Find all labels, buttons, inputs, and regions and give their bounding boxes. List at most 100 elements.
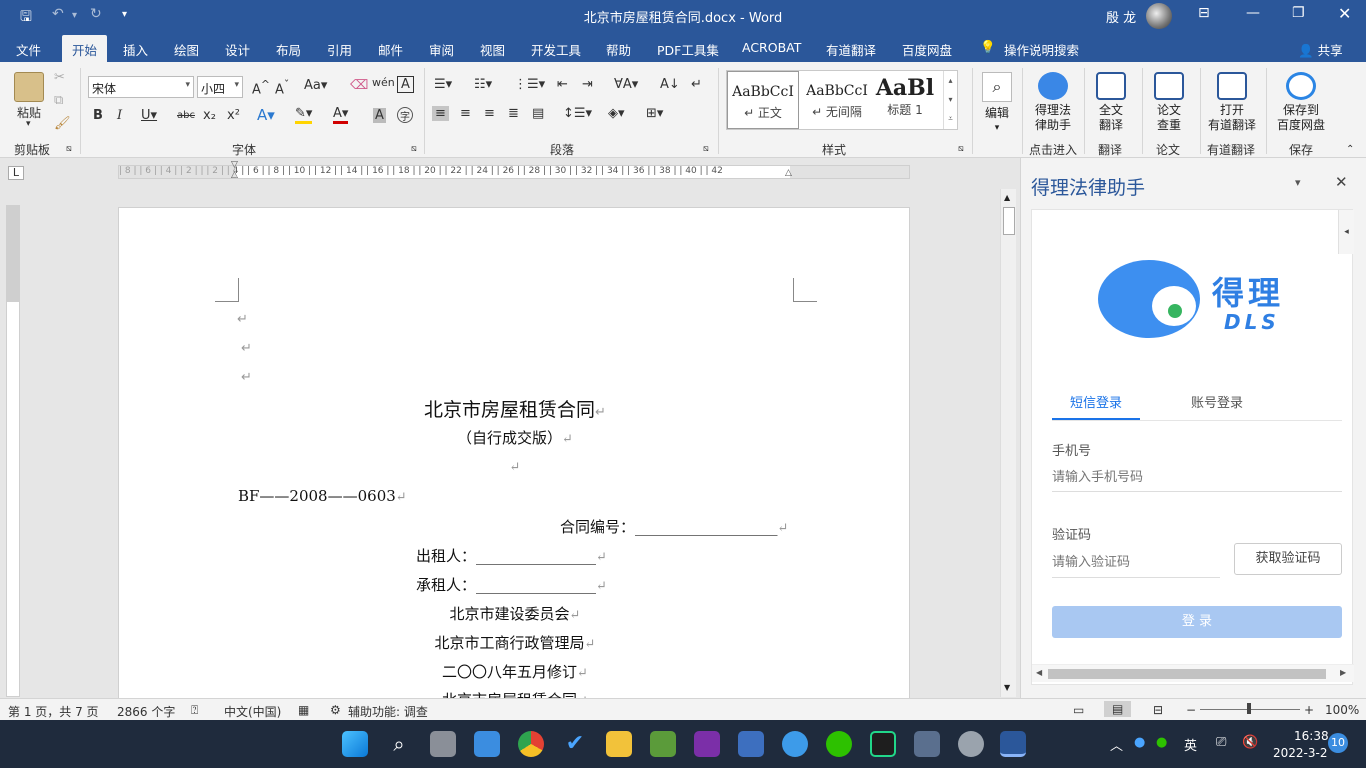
align-center-icon[interactable]: ≡ [460, 106, 471, 121]
bold-icon[interactable]: B [93, 108, 103, 123]
distributed-icon[interactable]: ▤ [532, 106, 544, 121]
clear-format-icon[interactable]: ⌫ [350, 78, 368, 93]
char-shading-icon[interactable]: A [373, 108, 386, 123]
tab-home[interactable]: 开始 [62, 35, 108, 62]
enclose-char-icon[interactable]: 字 [397, 107, 413, 123]
shading-icon[interactable]: ◈▾ [608, 106, 625, 121]
dialog-launcher-icon[interactable]: ⧅ [958, 144, 964, 154]
ribbon-display-icon[interactable]: ⊟ [1198, 5, 1210, 21]
maximize-icon[interactable]: ❐ [1292, 5, 1305, 21]
print-layout-icon[interactable]: ▤ [1104, 701, 1132, 717]
tray-app-icon[interactable]: ● [1134, 735, 1145, 750]
word-count[interactable]: 2866 个字 [117, 703, 175, 720]
paste-icon[interactable] [14, 72, 44, 102]
notification-badge[interactable]: 10 [1328, 733, 1348, 753]
dls-assistant-button[interactable]: 得理法 律助手 [1028, 72, 1078, 133]
vertical-ruler[interactable] [6, 205, 20, 697]
tab-design[interactable]: 设计 [225, 40, 250, 59]
volume-muted-icon[interactable]: 🔇 [1242, 735, 1258, 750]
format-painter-icon[interactable]: 🖌 [54, 116, 71, 131]
tab-pdf-tools[interactable]: PDF工具集 [657, 40, 719, 59]
get-code-button[interactable]: 获取验证码 [1234, 543, 1342, 575]
justify-icon[interactable]: ≣ [508, 106, 519, 121]
copy-icon[interactable]: ⧉ [54, 93, 63, 108]
tab-layout[interactable]: 布局 [276, 40, 301, 59]
superscript-icon[interactable]: x² [227, 108, 240, 123]
tab-help[interactable]: 帮助 [606, 40, 631, 59]
tab-selector[interactable]: L [8, 166, 24, 180]
todo-icon[interactable]: ✔ [562, 731, 588, 757]
zoom-out-icon[interactable]: − [1186, 703, 1196, 717]
document-page[interactable]: ↵ ↵ ↵ 北京市房屋租赁合同↵ （自行成交版）↵ ↵ BF——2008——06… [118, 207, 910, 709]
full-translate-button[interactable]: 全文 翻译 [1088, 72, 1134, 133]
minimize-icon[interactable]: — [1246, 5, 1260, 21]
search-icon[interactable]: ⌕ [386, 731, 412, 757]
close-icon[interactable]: ✕ [1338, 4, 1351, 23]
feishu-icon[interactable] [782, 731, 808, 757]
file-explorer-icon[interactable] [606, 731, 632, 757]
italic-icon[interactable]: I [117, 108, 122, 123]
pane-hscrollbar[interactable]: ◀ ▶ [1032, 664, 1354, 682]
numbering-icon[interactable]: ☷▾ [474, 77, 492, 92]
font-color-icon[interactable]: A▾ [333, 106, 349, 124]
tab-acrobat[interactable]: ACROBAT [742, 40, 801, 55]
proofing-icon[interactable]: ⍰ [191, 703, 198, 718]
font-name-combo[interactable]: 宋体 [88, 76, 194, 98]
tab-file[interactable]: 文件 [16, 40, 41, 59]
chinese-layout-icon[interactable]: ⱯA▾ [614, 77, 638, 92]
style-no-spacing[interactable]: AaBbCcI ↵ 无间隔 [801, 71, 873, 129]
display-icon[interactable]: ⎚ [1216, 735, 1226, 750]
change-case-icon[interactable]: Aa▾ [304, 78, 327, 93]
close-icon[interactable]: ✕ [1335, 173, 1348, 191]
task-view-icon[interactable] [430, 731, 456, 757]
underline-icon[interactable]: U▾ [141, 108, 157, 123]
strikethrough-icon[interactable]: abc [177, 110, 195, 121]
app-icon[interactable] [650, 731, 676, 757]
open-youdao-button[interactable]: 打开 有道翻译 [1204, 72, 1260, 133]
chevron-down-icon[interactable]: ▾ [26, 119, 31, 129]
char-border-icon[interactable]: A [397, 76, 414, 93]
scroll-up-icon[interactable]: ▲ [1004, 193, 1010, 202]
ime-indicator[interactable]: 英 [1184, 735, 1197, 754]
grow-font-icon[interactable]: A^ [252, 78, 270, 97]
clock-time[interactable]: 16:38 [1294, 729, 1329, 743]
tray-overflow-icon[interactable]: ︿ [1110, 735, 1123, 754]
clock-date[interactable]: 2022-3-2 [1273, 746, 1327, 760]
widgets-icon[interactable] [474, 731, 500, 757]
chrome-icon[interactable] [518, 731, 544, 757]
accessibility-icon[interactable]: ⚙ [330, 703, 341, 717]
pycharm-icon[interactable] [870, 731, 896, 757]
dialog-launcher-icon[interactable]: ⧅ [411, 144, 417, 154]
font-size-combo[interactable]: 小四 [197, 76, 243, 98]
onenote-icon[interactable] [694, 731, 720, 757]
styles-scroll[interactable]: ▴ ▾ ⩡ [943, 71, 957, 129]
collapse-arrow-icon[interactable]: ◂ [1338, 210, 1354, 254]
show-marks-icon[interactable]: ↵ [691, 77, 702, 92]
increase-indent-icon[interactable]: ⇥ [582, 77, 593, 92]
tab-developer[interactable]: 开发工具 [531, 40, 581, 59]
pane-options-icon[interactable]: ▾ [1295, 176, 1301, 189]
scroll-left-icon[interactable]: ◀ [1036, 668, 1042, 677]
avatar[interactable] [1146, 3, 1172, 29]
cut-icon[interactable]: ✂ [54, 70, 65, 85]
start-icon[interactable] [342, 731, 368, 757]
highlight-icon[interactable]: ✎▾ [295, 106, 313, 124]
tab-mailings[interactable]: 邮件 [378, 40, 403, 59]
bullets-icon[interactable]: ☰▾ [434, 77, 452, 92]
scroll-thumb[interactable] [1048, 669, 1326, 679]
indent-marker-icon[interactable]: ▽ △ [231, 160, 238, 180]
tab-baidu[interactable]: 百度网盘 [902, 40, 952, 59]
dialog-launcher-icon[interactable]: ⧅ [703, 144, 709, 154]
sort-icon[interactable]: A↓ [660, 77, 680, 92]
accessibility-status[interactable]: 辅助功能: 调查 [348, 703, 428, 720]
zoom-in-icon[interactable]: + [1304, 703, 1314, 717]
style-normal[interactable]: AaBbCcI ↵ 正文 [727, 71, 799, 129]
language[interactable]: 中文(中国) [224, 703, 281, 720]
tab-references[interactable]: 引用 [327, 40, 352, 59]
align-left-icon[interactable]: ≡ [432, 106, 449, 121]
subscript-icon[interactable]: x₂ [203, 108, 216, 123]
right-indent-icon[interactable]: △ [785, 168, 792, 178]
read-mode-icon[interactable]: ▭ [1073, 703, 1084, 717]
network-app-icon[interactable] [738, 731, 764, 757]
calculator-icon[interactable] [914, 731, 940, 757]
